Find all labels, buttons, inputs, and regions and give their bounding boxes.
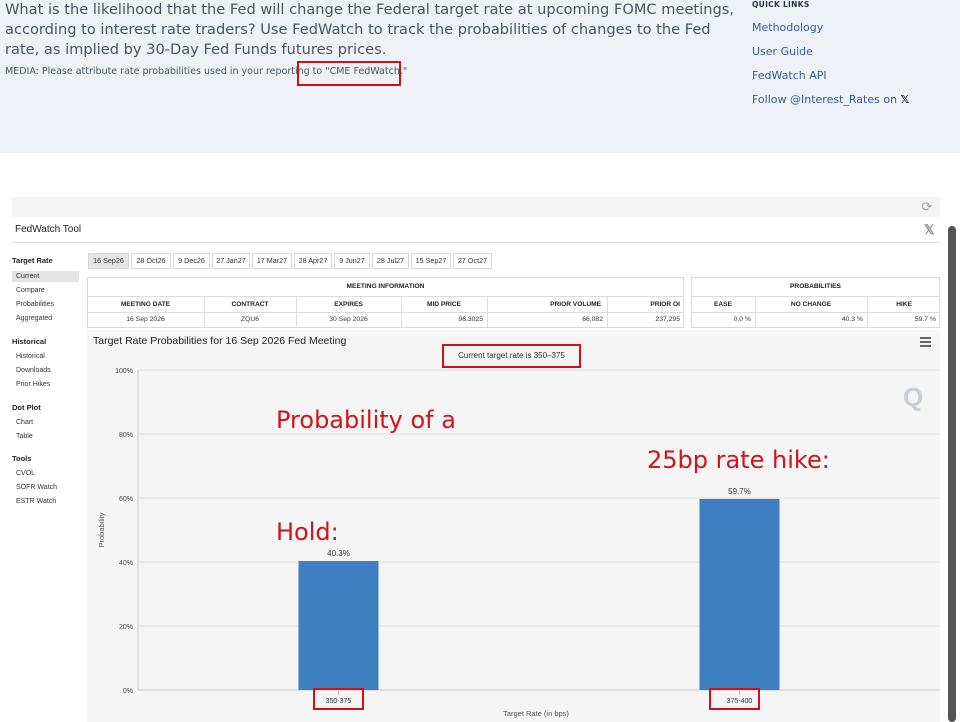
bar-375-400 <box>699 498 780 690</box>
bar-350-375 <box>298 561 379 690</box>
data-label: 59.7% <box>728 487 751 496</box>
y-tick-label: 100% <box>115 368 133 375</box>
probability-bar-chart: 0%20%40%60%80%100%40.3%350-37559.7%375-4… <box>97 368 940 718</box>
y-axis-label: Probability <box>97 512 106 547</box>
y-tick-label: 40% <box>119 560 133 567</box>
y-tick-label: 0% <box>123 688 133 695</box>
annotation-probability: Probability of a <box>276 406 456 434</box>
annotation-hike: 25bp rate hike: <box>647 446 830 474</box>
annotation-hold: Hold: <box>276 518 339 546</box>
y-tick-label: 20% <box>119 624 133 631</box>
y-tick-label: 60% <box>119 496 133 503</box>
data-label: 40.3% <box>327 549 350 558</box>
page-scrollbar[interactable] <box>948 226 956 722</box>
x-axis-label: Target Rate (in bps) <box>503 709 569 718</box>
tick-highlight-box <box>709 688 760 710</box>
y-tick-label: 80% <box>119 432 133 439</box>
tick-highlight-box <box>313 688 364 710</box>
